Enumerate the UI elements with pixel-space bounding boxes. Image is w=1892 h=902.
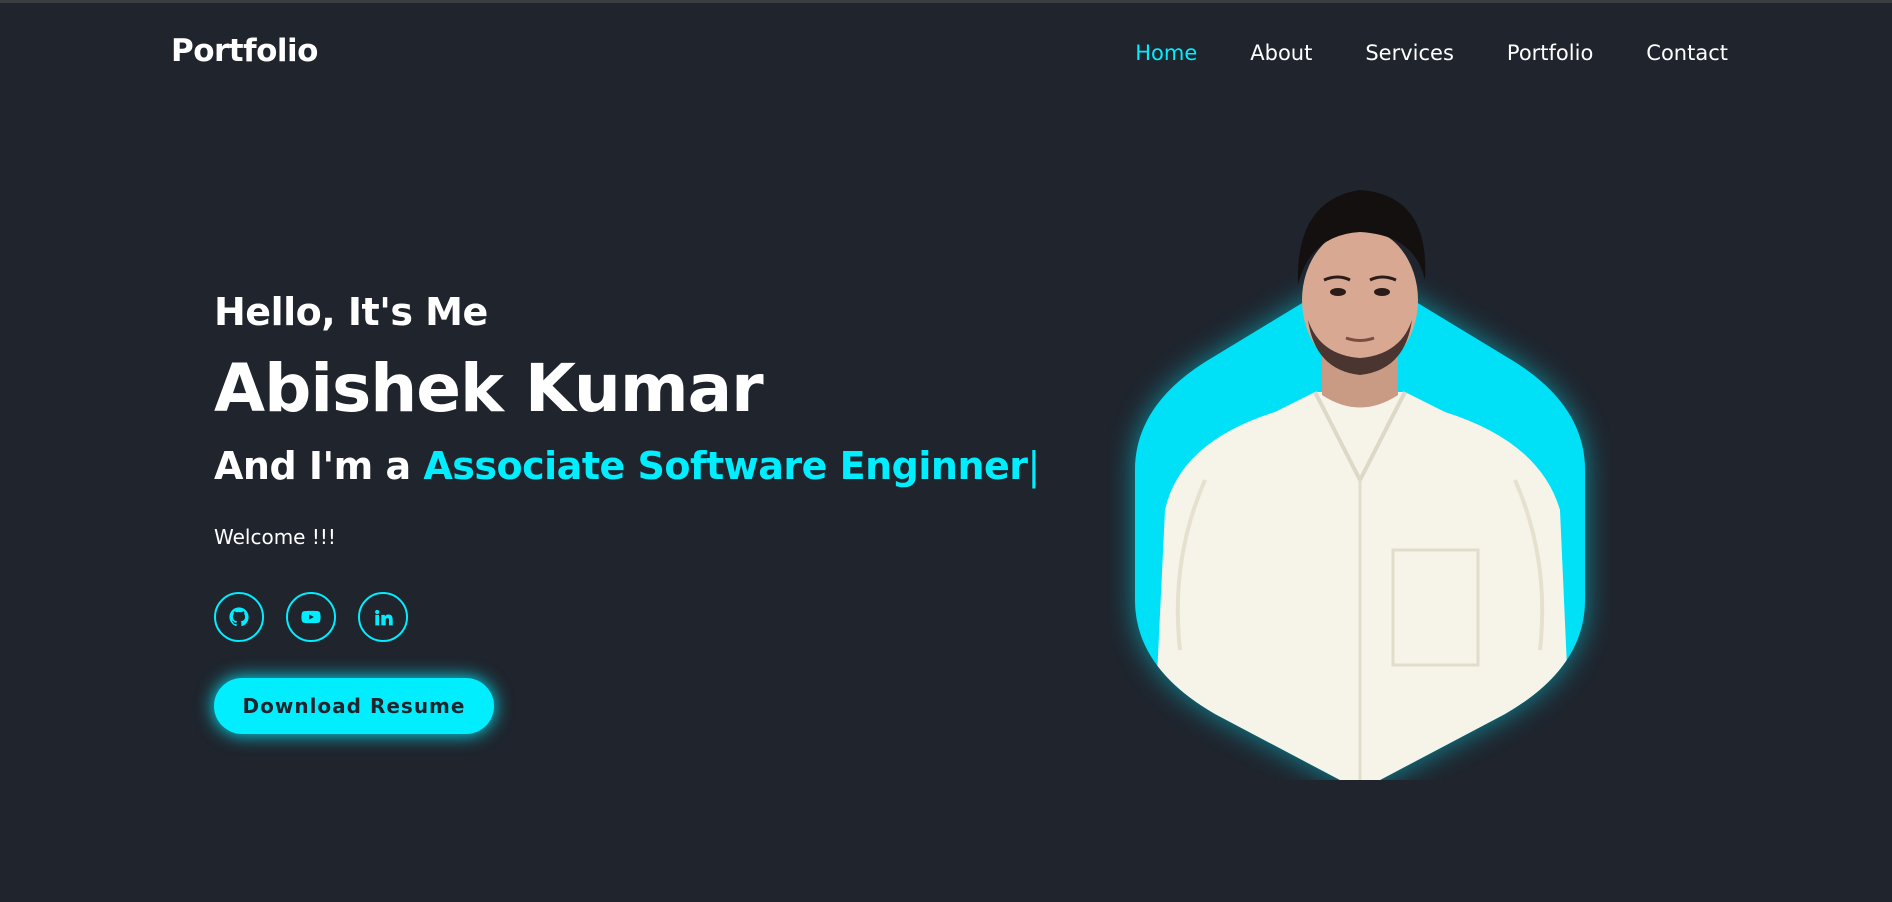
profile-photo (1135, 190, 1585, 780)
profile-image (1110, 180, 1610, 780)
typing-cursor: | (1027, 444, 1041, 488)
youtube-icon (301, 610, 321, 624)
github-link[interactable] (214, 592, 264, 642)
nav-about[interactable]: About (1250, 41, 1312, 65)
role-highlight: Associate Software Enginner (423, 444, 1028, 488)
hero-role: And I'm a Associate Software Enginner| (214, 444, 1040, 488)
logo[interactable]: Portfolio (171, 33, 318, 69)
download-resume-button[interactable]: Download Resume (214, 678, 494, 734)
linkedin-link[interactable] (358, 592, 408, 642)
linkedin-icon (375, 609, 393, 626)
role-prefix: And I'm a (214, 444, 424, 488)
nav-home[interactable]: Home (1135, 41, 1197, 65)
site-header: Portfolio Home About Services Portfolio … (0, 3, 1892, 101)
hero-name: Abishek Kumar (214, 350, 764, 427)
main-nav: Home About Services Portfolio Contact (1082, 41, 1728, 65)
greeting: Hello, It's Me (214, 290, 488, 334)
youtube-link[interactable] (286, 592, 336, 642)
nav-portfolio[interactable]: Portfolio (1507, 41, 1593, 65)
nav-contact[interactable]: Contact (1646, 41, 1728, 65)
social-links (214, 592, 430, 642)
nav-services[interactable]: Services (1365, 41, 1454, 65)
welcome-text: Welcome !!! (214, 525, 336, 549)
github-icon (229, 607, 249, 627)
